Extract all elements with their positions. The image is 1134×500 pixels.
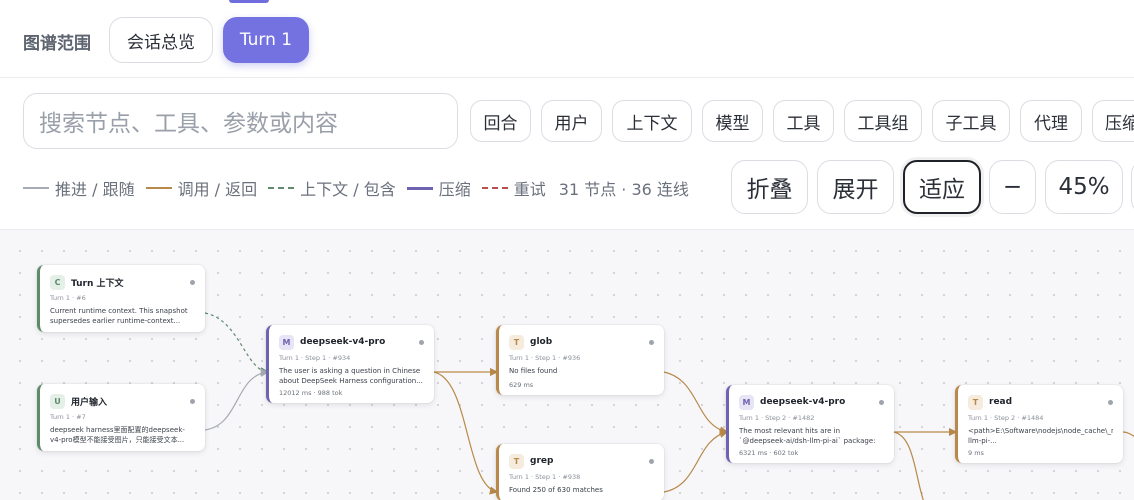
node-stats: 9 ms xyxy=(968,449,984,457)
graph-node-tool-grep[interactable]: T grep Turn 1 · Step 1 · #938 Found 250 … xyxy=(496,444,664,500)
node-title: deepseek-v4-pro xyxy=(300,337,386,347)
edge-context-to-model xyxy=(204,312,270,376)
legend-label: 上下文 / 包含 xyxy=(300,180,396,199)
filter-chip-subtool[interactable]: 子工具 xyxy=(932,100,1010,142)
node-stats: 6321 ms · 602 tok xyxy=(739,449,799,457)
collapse-button[interactable]: 折叠 xyxy=(731,160,808,214)
node-description: The most relevant hits are in `@deepseek… xyxy=(739,427,876,445)
edge-read-out xyxy=(1122,431,1134,437)
node-status-dot xyxy=(879,399,884,405)
scope-bar: 图谱范围 会话总览 Turn 1 xyxy=(0,0,1134,78)
tool-badge-icon: T xyxy=(509,453,524,469)
legend-label: 重试 xyxy=(513,180,546,199)
node-status-dot xyxy=(649,339,654,345)
legend-line-solid-gray xyxy=(23,187,49,189)
legend-line-dashed-red xyxy=(481,187,508,189)
active-tab-indicator xyxy=(229,0,269,3)
tool-badge-icon: T xyxy=(509,334,524,350)
node-stats: 12012 ms · 988 tok xyxy=(279,389,343,397)
node-title: read xyxy=(989,397,1013,407)
node-title: grep xyxy=(530,456,554,466)
legend-advance: 推进 / 跟随 xyxy=(23,176,135,200)
legend-label: 推进 / 跟随 xyxy=(55,180,135,199)
fit-button[interactable]: 适应 xyxy=(903,160,981,214)
model-badge-icon: M xyxy=(279,334,294,350)
filter-chip-user[interactable]: 用户 xyxy=(541,100,602,142)
node-meta: Turn 1 · Step 2 · #1484 xyxy=(968,414,1044,422)
zoom-out-button[interactable]: − xyxy=(989,160,1036,214)
node-meta: Turn 1 · Step 1 · #938 xyxy=(509,473,581,481)
edge-user-to-model xyxy=(204,368,270,431)
node-meta: Turn 1 · Step 1 · #936 xyxy=(509,354,581,362)
filter-chip-context[interactable]: 上下文 xyxy=(612,100,692,142)
edge-legend: 推进 / 跟随 调用 / 返回 上下文 / 包含 压缩 重试 31 节点 · 3… xyxy=(23,176,689,200)
node-description: Current runtime context. This snapshot s… xyxy=(50,307,188,325)
node-title: deepseek-v4-pro xyxy=(760,397,846,407)
node-meta: Turn 1 · Step 2 · #1482 xyxy=(739,414,815,422)
node-description: No files found xyxy=(509,367,558,375)
legend-context: 上下文 / 包含 xyxy=(268,176,396,200)
legend-label: 调用 / 返回 xyxy=(177,180,258,199)
node-status-dot xyxy=(419,339,424,345)
edge-model-to-grep xyxy=(433,371,499,495)
filter-chip-model[interactable]: 模型 xyxy=(702,100,763,142)
node-description: The user is asking a question in Chinese… xyxy=(279,367,423,385)
node-meta: Turn 1 · Step 1 · #934 xyxy=(279,354,351,362)
session-overview-button[interactable]: 会话总览 xyxy=(109,17,213,63)
filter-chip-compress[interactable]: 压缩 xyxy=(1092,100,1134,142)
node-meta: Turn 1 · #7 xyxy=(50,413,86,421)
search-input[interactable]: 搜索节点、工具、参数或内容 xyxy=(23,93,458,149)
graph-node-user-input[interactable]: U 用户输入 Turn 1 · #7 deepseek harness里面配置的… xyxy=(37,384,205,451)
node-stats: 629 ms xyxy=(509,381,534,389)
legend-retry: 重试 xyxy=(481,176,546,200)
toolbar: 搜索节点、工具、参数或内容 回合 用户 上下文 模型 工具 工具组 子工具 代理… xyxy=(0,78,1134,230)
expand-button[interactable]: 展开 xyxy=(817,160,894,214)
graph-canvas[interactable]: C Turn 上下文 Turn 1 · #6 Current runtime c… xyxy=(0,230,1134,500)
edge-model2-down xyxy=(892,431,924,500)
context-badge-icon: C xyxy=(50,274,65,290)
legend-compress: 压缩 xyxy=(406,176,471,200)
filter-chip-tool[interactable]: 工具 xyxy=(773,100,834,142)
graph-node-model-step2[interactable]: M deepseek-v4-pro Turn 1 · Step 2 · #148… xyxy=(726,385,894,463)
legend-line-solid-gold xyxy=(145,187,172,189)
node-status-dot xyxy=(1108,399,1113,405)
tool-badge-icon: T xyxy=(968,394,983,410)
node-description: deepseek harness里面配置的deepseek-v4-pro模型不能… xyxy=(50,426,185,444)
graph-node-turn-context[interactable]: C Turn 上下文 Turn 1 · #6 Current runtime c… xyxy=(37,265,205,332)
node-title: 用户输入 xyxy=(71,397,108,408)
legend-call: 调用 / 返回 xyxy=(145,176,258,200)
zoom-level[interactable]: 45% xyxy=(1045,160,1123,214)
model-badge-icon: M xyxy=(739,394,754,410)
graph-node-tool-read[interactable]: T read Turn 1 · Step 2 · #1484 <path>E:\… xyxy=(955,385,1123,463)
legend-line-solid-purple xyxy=(406,186,433,190)
filter-chip-tool-group[interactable]: 工具组 xyxy=(844,100,922,142)
node-title: Turn 上下文 xyxy=(71,278,124,289)
node-description: <path>E:\Software\nodejs\node_cache\_npx… xyxy=(968,427,1113,445)
node-status-dot xyxy=(649,458,654,464)
node-status-dot xyxy=(190,398,195,404)
turn-1-button[interactable]: Turn 1 xyxy=(223,17,309,63)
scope-label: 图谱范围 xyxy=(23,34,91,54)
graph-stats: 31 节点 · 36 连线 xyxy=(558,180,689,199)
node-meta: Turn 1 · #6 xyxy=(50,294,86,302)
node-status-dot xyxy=(190,279,195,285)
node-description: Found 250 of 630 matches xyxy=(509,486,603,494)
edge-grep-to-model2 xyxy=(663,429,729,493)
filter-chip-agent[interactable]: 代理 xyxy=(1020,100,1082,142)
graph-node-tool-glob[interactable]: T glob Turn 1 · Step 1 · #936 No files f… xyxy=(496,325,664,395)
legend-label: 压缩 xyxy=(438,180,471,199)
filter-chip-turn[interactable]: 回合 xyxy=(470,100,531,142)
node-title: glob xyxy=(530,337,553,347)
graph-node-model-step1[interactable]: M deepseek-v4-pro Turn 1 · Step 1 · #934… xyxy=(266,325,434,403)
edge-glob-to-model2 xyxy=(663,371,729,435)
user-badge-icon: U xyxy=(50,393,65,409)
legend-line-dashed-green xyxy=(268,187,295,189)
